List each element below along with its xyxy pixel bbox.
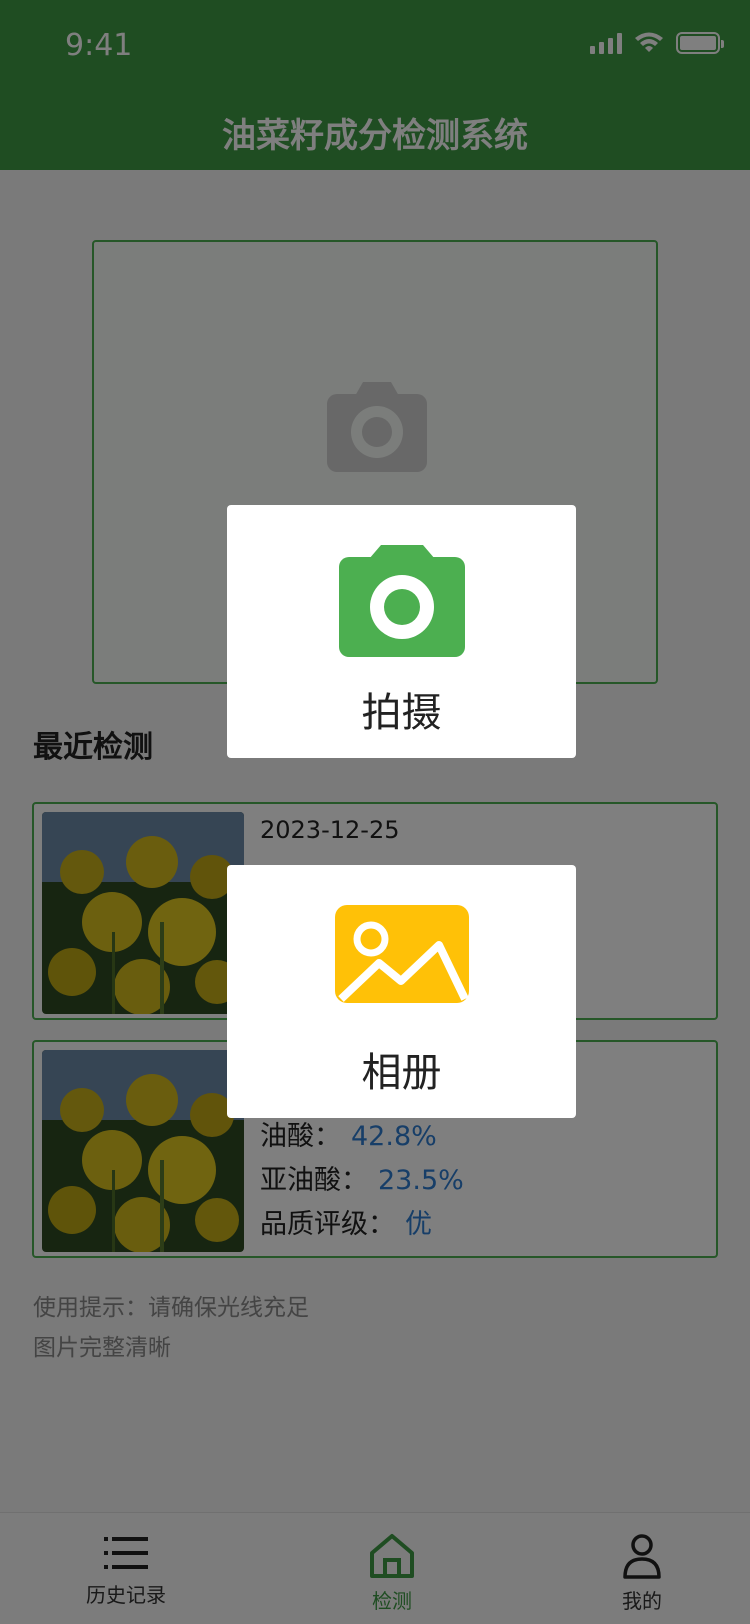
camera-option-label: 拍摄: [361, 690, 442, 736]
modal-overlay[interactable]: [0, 0, 750, 1624]
album-option-label: 相册: [361, 1050, 442, 1096]
camera-icon: [338, 545, 465, 657]
image-icon: [334, 905, 469, 1003]
album-option-button[interactable]: 相册: [227, 865, 576, 1118]
camera-option-button[interactable]: 拍摄: [227, 505, 576, 758]
